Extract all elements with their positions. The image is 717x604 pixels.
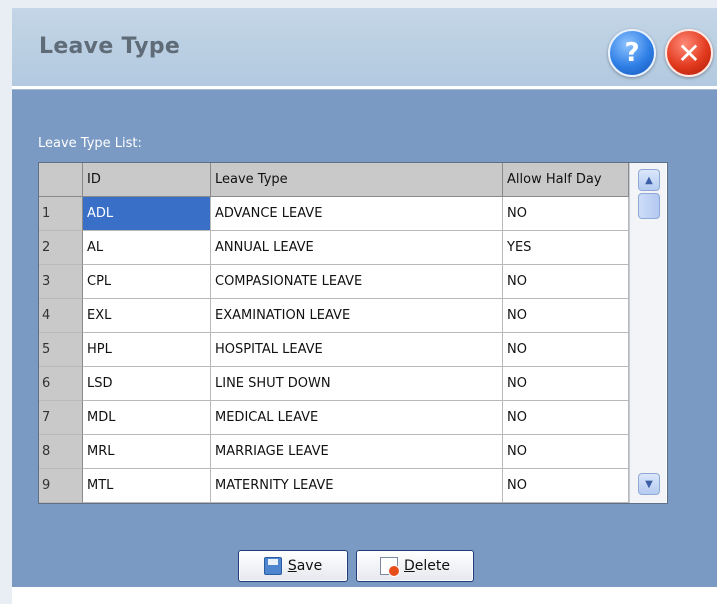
cell-allow-half-day[interactable]: NO [503, 435, 629, 469]
cell-allow-half-day[interactable]: NO [503, 197, 629, 231]
cell-id[interactable]: MTL [83, 469, 211, 503]
save-button[interactable]: Save [238, 550, 348, 582]
column-header-allow-half-day[interactable]: Allow Half Day [503, 163, 629, 197]
cell-id[interactable]: CPL [83, 265, 211, 299]
cell-id[interactable]: AL [83, 231, 211, 265]
close-button[interactable]: ✕ [665, 29, 713, 77]
row-number[interactable]: 4 [39, 299, 83, 333]
cell-id[interactable]: ADL [83, 197, 211, 231]
leave-type-grid[interactable]: ID Leave Type Allow Half Day 1 ADL ADVANCE… [38, 162, 668, 504]
cell-allow-half-day[interactable]: NO [503, 265, 629, 299]
scroll-down-icon[interactable]: ▼ [638, 473, 660, 495]
cell-id[interactable]: LSD [83, 367, 211, 401]
cell-leave-type[interactable]: MATERNITY LEAVE [211, 469, 503, 503]
row-number[interactable]: 3 [39, 265, 83, 299]
row-number[interactable]: 8 [39, 435, 83, 469]
page-title: Leave Type [39, 34, 181, 59]
title-bar: Leave Type ? ✕ [12, 8, 717, 86]
floppy-disk-icon [263, 557, 282, 575]
cell-allow-half-day[interactable]: NO [503, 299, 629, 333]
cell-allow-half-day[interactable]: NO [503, 469, 629, 503]
cell-leave-type[interactable]: LINE SHUT DOWN [211, 367, 503, 401]
leave-type-list-label: Leave Type List: [38, 136, 142, 151]
row-number-header[interactable] [39, 163, 83, 197]
cell-id[interactable]: EXL [83, 299, 211, 333]
scroll-up-icon[interactable]: ▲ [638, 169, 660, 191]
cell-id[interactable]: HPL [83, 333, 211, 367]
cell-leave-type[interactable]: COMPASIONATE LEAVE [211, 265, 503, 299]
row-number[interactable]: 5 [39, 333, 83, 367]
row-number[interactable]: 2 [39, 231, 83, 265]
save-button-label: Save [287, 558, 323, 574]
cell-id[interactable]: MDL [83, 401, 211, 435]
column-header-id[interactable]: ID [83, 163, 211, 197]
help-icon: ? [624, 38, 640, 68]
row-number[interactable]: 9 [39, 469, 83, 503]
cell-leave-type[interactable]: ADVANCE LEAVE [211, 197, 503, 231]
scroll-thumb[interactable] [638, 193, 660, 219]
delete-button-label: Delete [404, 558, 450, 574]
column-header-leave-type[interactable]: Leave Type [211, 163, 503, 197]
row-number[interactable]: 7 [39, 401, 83, 435]
row-number[interactable]: 1 [39, 197, 83, 231]
cell-leave-type[interactable]: MEDICAL LEAVE [211, 401, 503, 435]
cell-leave-type[interactable]: EXAMINATION LEAVE [211, 299, 503, 333]
help-button[interactable]: ? [608, 29, 656, 77]
cell-leave-type[interactable]: ANNUAL LEAVE [211, 231, 503, 265]
delete-button[interactable]: Delete [356, 550, 474, 582]
cell-leave-type[interactable]: HOSPITAL LEAVE [211, 333, 503, 367]
delete-document-icon [380, 557, 400, 577]
cell-allow-half-day[interactable]: NO [503, 401, 629, 435]
cell-allow-half-day[interactable]: NO [503, 367, 629, 401]
grid-scrollbar[interactable]: ▲ ▼ [629, 163, 666, 503]
row-number[interactable]: 6 [39, 367, 83, 401]
close-icon: ✕ [677, 36, 701, 70]
cell-allow-half-day[interactable]: NO [503, 333, 629, 367]
cell-leave-type[interactable]: MARRIAGE LEAVE [211, 435, 503, 469]
cell-id[interactable]: MRL [83, 435, 211, 469]
cell-allow-half-day[interactable]: YES [503, 231, 629, 265]
